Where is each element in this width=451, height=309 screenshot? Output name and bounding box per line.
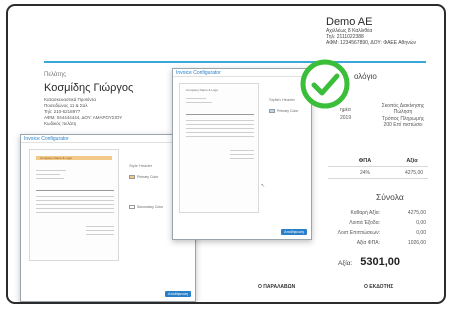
totals-label: Λοιπ Επιπτώσεων: <box>337 230 380 236</box>
preview-line <box>36 190 114 191</box>
totals-label: Αξία ΦΠΑ: <box>356 240 380 246</box>
company-name: Demo AE <box>326 16 373 28</box>
color-swatch[interactable] <box>269 109 275 113</box>
mouse-cursor-icon: ↖ <box>261 183 266 189</box>
client-info: Πελάτης Κοσμίδης Γιώργος Κατασκευαστικά … <box>44 72 133 127</box>
grand-total: Αξία: 5301,00 <box>338 256 400 268</box>
totals-value: 1026,00 <box>407 240 426 246</box>
company-tax: ΑΦΜ: 1234567890, ΔΟΥ: ΦΑΕΕ Αθηνών <box>326 40 416 46</box>
table-divider <box>328 178 428 179</box>
totals-label: Λοιπά Έξοδα: <box>349 220 380 226</box>
preview-line <box>36 208 114 209</box>
doc-info-value: Πώληση <box>393 109 413 115</box>
invoice-preview: Company Name & Logo <box>29 149 119 261</box>
preview-line <box>86 234 114 235</box>
preview-line <box>230 154 254 155</box>
color-swatch[interactable] <box>129 175 135 179</box>
primary-color-option[interactable]: Primary Color <box>129 175 158 179</box>
window-title: Invoice Configurator <box>21 135 195 143</box>
preview-line <box>186 128 254 129</box>
totals-title: Σύνολα <box>376 192 404 202</box>
totals-value: 4275,00 <box>407 210 426 216</box>
table-header-vat: ΦΠΑ <box>358 158 372 164</box>
configurator-window-back: Invoice Configurator Company Name & Logo… <box>20 134 196 302</box>
totals-row: Καθαρή Αξία: 4275,00 <box>306 210 426 216</box>
preview-line <box>186 136 254 137</box>
save-button[interactable]: Αποθήκευση <box>165 291 191 297</box>
client-label: Πελάτης <box>44 72 66 78</box>
preview-line <box>36 196 114 197</box>
preview-line <box>186 114 254 115</box>
totals-value: 0,00 <box>416 230 426 236</box>
preview-line <box>36 170 66 171</box>
invoice-preview: Company Name & Logo <box>179 83 259 213</box>
preview-line <box>186 120 254 121</box>
table-cell-vat: 24% <box>359 170 370 176</box>
header-divider <box>44 61 426 63</box>
preview-line <box>86 230 114 231</box>
preview-line <box>186 98 206 99</box>
totals-row: Λοιπ Επιπτώσεων: 0,00 <box>306 230 426 236</box>
preview-line <box>186 124 254 125</box>
doc-info-left: 2019 <box>340 115 352 121</box>
option-label: Primary Color <box>137 175 159 179</box>
style-label: Style Header <box>129 163 153 168</box>
window-title: Invoice Configurator <box>173 69 311 77</box>
preview-line <box>36 200 114 201</box>
preview-line <box>36 204 114 205</box>
check-circle-icon <box>300 59 350 109</box>
preview-line <box>186 102 212 103</box>
save-button[interactable]: Αποθήκευση <box>281 229 307 235</box>
document-title: ολόγιο <box>354 72 377 81</box>
client-name: Κοσμίδης Γιώργος <box>44 82 134 94</box>
totals-row: Λοιπά Έξοδα: 0,00 <box>306 220 426 226</box>
client-line: Κωδικός πελάτη <box>44 121 77 126</box>
color-swatch[interactable] <box>129 205 135 209</box>
preview-header-text: Company Name & Logo <box>40 156 73 160</box>
preview-line <box>186 132 254 133</box>
preview-line <box>230 158 254 159</box>
footer-issuer: Ο ΕΚΔΟΤΗΣ <box>364 284 394 290</box>
primary-color-option[interactable]: Primary Color <box>269 109 298 113</box>
table-header-value: Αξία <box>406 158 418 164</box>
grand-total-value: 5301,00 <box>360 256 401 268</box>
totals-value: 0,00 <box>416 220 426 226</box>
totals-row: Αξία ΦΠΑ: 1026,00 <box>306 240 426 246</box>
totals-label: Καθαρή Αξία: <box>350 210 380 216</box>
configurator-window-front: Invoice Configurator × Company Name & Lo… <box>172 68 312 240</box>
doc-info-value: 200 Επί πιστώσει <box>383 122 423 128</box>
grand-total-label: Αξία: <box>338 260 353 267</box>
preview-line <box>36 174 60 175</box>
preview-line <box>86 226 114 227</box>
screenshot-frame: Demo AE Αχιλλέως 8 Καλλιθέα Τηλ: 2111022… <box>6 4 446 304</box>
preview-line <box>36 178 64 179</box>
preview-line <box>36 212 114 213</box>
secondary-color-option[interactable]: Secondary Color <box>129 205 163 209</box>
table-cell-value: 4275,00 <box>404 170 424 176</box>
preview-header-text: Company Name & Logo <box>186 88 219 92</box>
company-info: Demo AE Αχιλλέως 8 Καλλιθέα Τηλ: 2111022… <box>326 16 416 46</box>
preview-line <box>230 150 254 151</box>
option-label: Secondary Color <box>137 205 164 209</box>
table-divider <box>328 166 428 167</box>
footer-receiver: Ο ΠΑΡΑΛΑΒΩΝ <box>258 284 296 290</box>
option-label: Primary Color <box>277 109 299 113</box>
style-label: Stylish Header <box>269 97 296 102</box>
